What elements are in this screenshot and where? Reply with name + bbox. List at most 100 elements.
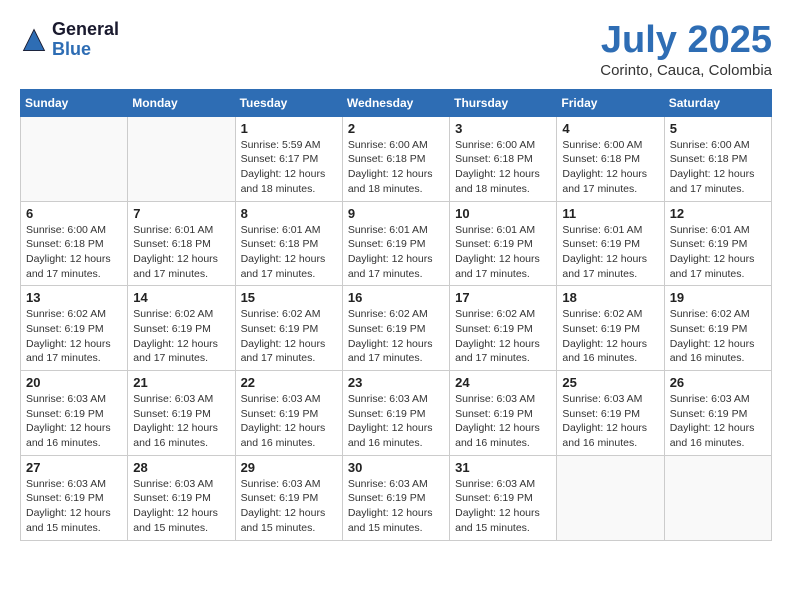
day-info: Sunrise: 6:03 AM Sunset: 6:19 PM Dayligh… — [241, 392, 337, 451]
calendar-day-cell: 5 Sunrise: 6:00 AM Sunset: 6:18 PM Daylig… — [664, 116, 771, 201]
day-info: Sunrise: 6:03 AM Sunset: 6:19 PM Dayligh… — [133, 477, 229, 536]
logo-general: General — [52, 20, 119, 40]
day-number: 25 — [562, 375, 658, 390]
day-info: Sunrise: 6:02 AM Sunset: 6:19 PM Dayligh… — [670, 307, 766, 366]
calendar-day-cell: 29 Sunrise: 6:03 AM Sunset: 6:19 PM Dayli… — [235, 455, 342, 540]
day-number: 14 — [133, 290, 229, 305]
day-number: 5 — [670, 121, 766, 136]
page-header: General Blue July 2025 Corinto, Cauca, C… — [20, 20, 772, 79]
day-info: Sunrise: 6:01 AM Sunset: 6:19 PM Dayligh… — [670, 223, 766, 282]
day-info: Sunrise: 6:03 AM Sunset: 6:19 PM Dayligh… — [348, 392, 444, 451]
day-info: Sunrise: 6:02 AM Sunset: 6:19 PM Dayligh… — [348, 307, 444, 366]
calendar-day-cell: 9Sunrise: 6:01 AM Sunset: 6:19 PM Daylig… — [342, 201, 449, 286]
day-info: Sunrise: 6:02 AM Sunset: 6:19 PM Dayligh… — [562, 307, 658, 366]
calendar-day-cell: 10 Sunrise: 6:01 AM Sunset: 6:19 PM Dayli… — [450, 201, 557, 286]
calendar-day-cell: 20Sunrise: 6:03 AM Sunset: 6:19 PM Dayli… — [21, 371, 128, 456]
day-info: Sunrise: 6:02 AM Sunset: 6:19 PM Dayligh… — [133, 307, 229, 366]
calendar-header-row: SundayMondayTuesdayWednesdayThursdayFrid… — [21, 89, 772, 116]
day-number: 3 — [455, 121, 551, 136]
logo-icon — [20, 26, 48, 54]
calendar-day-cell: 3 Sunrise: 6:00 AM Sunset: 6:18 PM Daylig… — [450, 116, 557, 201]
calendar-day-cell: 23 Sunrise: 6:03 AM Sunset: 6:19 PM Dayli… — [342, 371, 449, 456]
day-number: 8 — [241, 206, 337, 221]
calendar-week-row: 13Sunrise: 6:02 AM Sunset: 6:19 PM Dayli… — [21, 286, 772, 371]
day-number: 23 — [348, 375, 444, 390]
calendar-day-cell: 1Sunrise: 5:59 AM Sunset: 6:17 PM Daylig… — [235, 116, 342, 201]
day-number: 28 — [133, 460, 229, 475]
day-info: Sunrise: 6:03 AM Sunset: 6:19 PM Dayligh… — [455, 477, 551, 536]
day-of-week-header: Thursday — [450, 89, 557, 116]
calendar-day-cell: 12 Sunrise: 6:01 AM Sunset: 6:19 PM Dayli… — [664, 201, 771, 286]
calendar-day-cell — [128, 116, 235, 201]
calendar-day-cell: 24 Sunrise: 6:03 AM Sunset: 6:19 PM Dayli… — [450, 371, 557, 456]
day-number: 29 — [241, 460, 337, 475]
day-number: 4 — [562, 121, 658, 136]
logo: General Blue — [20, 20, 119, 60]
calendar-table: SundayMondayTuesdayWednesdayThursdayFrid… — [20, 89, 772, 541]
day-number: 9 — [348, 206, 444, 221]
day-info: Sunrise: 6:02 AM Sunset: 6:19 PM Dayligh… — [455, 307, 551, 366]
day-info: Sunrise: 6:00 AM Sunset: 6:18 PM Dayligh… — [26, 223, 122, 282]
day-of-week-header: Monday — [128, 89, 235, 116]
day-number: 1 — [241, 121, 337, 136]
calendar-day-cell: 28 Sunrise: 6:03 AM Sunset: 6:19 PM Dayli… — [128, 455, 235, 540]
day-number: 2 — [348, 121, 444, 136]
day-info: Sunrise: 6:03 AM Sunset: 6:19 PM Dayligh… — [348, 477, 444, 536]
calendar-day-cell: 30 Sunrise: 6:03 AM Sunset: 6:19 PM Dayli… — [342, 455, 449, 540]
calendar-day-cell — [664, 455, 771, 540]
calendar-day-cell: 2Sunrise: 6:00 AM Sunset: 6:18 PM Daylig… — [342, 116, 449, 201]
calendar-day-cell: 26 Sunrise: 6:03 AM Sunset: 6:19 PM Dayli… — [664, 371, 771, 456]
day-info: Sunrise: 6:03 AM Sunset: 6:19 PM Dayligh… — [455, 392, 551, 451]
day-info: Sunrise: 6:03 AM Sunset: 6:19 PM Dayligh… — [241, 477, 337, 536]
day-number: 15 — [241, 290, 337, 305]
location: Corinto, Cauca, Colombia — [600, 62, 772, 79]
day-info: Sunrise: 6:01 AM Sunset: 6:18 PM Dayligh… — [133, 223, 229, 282]
calendar-day-cell: 27 Sunrise: 6:03 AM Sunset: 6:19 PM Dayli… — [21, 455, 128, 540]
calendar-day-cell: 17 Sunrise: 6:02 AM Sunset: 6:19 PM Dayli… — [450, 286, 557, 371]
day-number: 20 — [26, 375, 122, 390]
calendar-week-row: 1Sunrise: 5:59 AM Sunset: 6:17 PM Daylig… — [21, 116, 772, 201]
day-info: Sunrise: 6:00 AM Sunset: 6:18 PM Dayligh… — [562, 138, 658, 197]
logo-text: General Blue — [52, 20, 119, 60]
day-number: 31 — [455, 460, 551, 475]
logo-blue: Blue — [52, 40, 119, 60]
calendar-day-cell: 25 Sunrise: 6:03 AM Sunset: 6:19 PM Dayli… — [557, 371, 664, 456]
day-info: Sunrise: 6:03 AM Sunset: 6:19 PM Dayligh… — [26, 477, 122, 536]
day-info: Sunrise: 6:03 AM Sunset: 6:19 PM Dayligh… — [670, 392, 766, 451]
day-number: 12 — [670, 206, 766, 221]
calendar-week-row: 6 Sunrise: 6:00 AM Sunset: 6:18 PM Daylig… — [21, 201, 772, 286]
day-number: 27 — [26, 460, 122, 475]
day-number: 18 — [562, 290, 658, 305]
day-number: 24 — [455, 375, 551, 390]
calendar-day-cell — [557, 455, 664, 540]
day-number: 7 — [133, 206, 229, 221]
day-number: 19 — [670, 290, 766, 305]
day-of-week-header: Tuesday — [235, 89, 342, 116]
calendar-day-cell: 6 Sunrise: 6:00 AM Sunset: 6:18 PM Daylig… — [21, 201, 128, 286]
calendar-day-cell: 13Sunrise: 6:02 AM Sunset: 6:19 PM Dayli… — [21, 286, 128, 371]
day-of-week-header: Saturday — [664, 89, 771, 116]
month-title: July 2025 — [600, 20, 772, 62]
calendar-day-cell: 11Sunrise: 6:01 AM Sunset: 6:19 PM Dayli… — [557, 201, 664, 286]
calendar-day-cell: 14 Sunrise: 6:02 AM Sunset: 6:19 PM Dayli… — [128, 286, 235, 371]
calendar-day-cell: 7 Sunrise: 6:01 AM Sunset: 6:18 PM Daylig… — [128, 201, 235, 286]
calendar-day-cell: 18 Sunrise: 6:02 AM Sunset: 6:19 PM Dayli… — [557, 286, 664, 371]
day-number: 30 — [348, 460, 444, 475]
calendar-day-cell — [21, 116, 128, 201]
calendar-day-cell: 15Sunrise: 6:02 AM Sunset: 6:19 PM Dayli… — [235, 286, 342, 371]
calendar-week-row: 20 Sunrise: 6:03 AM Sunset: 6:19 PM Dayli… — [21, 371, 772, 456]
day-number: 17 — [455, 290, 551, 305]
calendar-day-cell: 21Sunrise: 6:03 AM Sunset: 6:19 PM Dayli… — [128, 371, 235, 456]
calendar-day-cell: 16Sunrise: 6:02 AM Sunset: 6:19 PM Dayli… — [342, 286, 449, 371]
day-number: 6 — [26, 206, 122, 221]
day-info: Sunrise: 6:03 AM Sunset: 6:19 PM Dayligh… — [562, 392, 658, 451]
day-info: Sunrise: 6:01 AM Sunset: 6:19 PM Dayligh… — [455, 223, 551, 282]
calendar-day-cell: 22Sunrise: 6:03 AM Sunset: 6:19 PM Dayli… — [235, 371, 342, 456]
calendar-day-cell: 4 Sunrise: 6:00 AM Sunset: 6:18 PM Daylig… — [557, 116, 664, 201]
day-info: Sunrise: 6:00 AM Sunset: 6:18 PM Dayligh… — [670, 138, 766, 197]
day-number: 10 — [455, 206, 551, 221]
calendar-week-row: 27 Sunrise: 6:03 AM Sunset: 6:19 PM Dayli… — [21, 455, 772, 540]
day-number: 26 — [670, 375, 766, 390]
day-number: 11 — [562, 206, 658, 221]
day-info: Sunrise: 6:00 AM Sunset: 6:18 PM Dayligh… — [455, 138, 551, 197]
